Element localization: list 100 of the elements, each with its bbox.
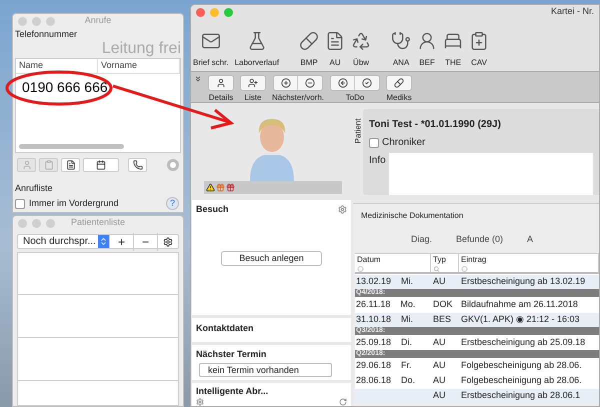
filter-circle-icon[interactable] bbox=[357, 266, 364, 272]
column-header[interactable]: Datum bbox=[357, 254, 428, 266]
pill-icon bbox=[394, 78, 404, 88]
plus-icon bbox=[280, 78, 291, 88]
person-icon bbox=[417, 31, 438, 51]
pill-icon bbox=[299, 31, 320, 51]
clipboard-button[interactable] bbox=[39, 158, 58, 172]
settings-icon[interactable] bbox=[338, 205, 347, 214]
gift-icon bbox=[226, 183, 235, 192]
info-field[interactable] bbox=[388, 153, 593, 195]
contact-button[interactable] bbox=[17, 158, 36, 172]
clear-button[interactable] bbox=[167, 159, 179, 171]
toolbar-button[interactable]: Übw bbox=[351, 31, 372, 69]
table-cell-text: Folgebescheinigung ab 28.06. bbox=[460, 358, 583, 372]
panel-title: Intelligente Abr... bbox=[196, 384, 270, 398]
field-label: Info bbox=[369, 154, 386, 168]
column-header[interactable]: Typ bbox=[433, 254, 456, 266]
appointment-field[interactable]: kein Termin vorhanden bbox=[199, 363, 332, 378]
patient-name: Toni Test - *01.01.1990 (29J) bbox=[369, 118, 502, 132]
calendar-button[interactable] bbox=[83, 158, 119, 172]
person-icon bbox=[216, 78, 226, 88]
scrollbar[interactable] bbox=[19, 144, 124, 149]
phone-button[interactable] bbox=[128, 158, 147, 172]
toolbar-button[interactable]: Mediks bbox=[386, 75, 412, 104]
checkbox[interactable] bbox=[15, 198, 25, 209]
checkbox[interactable] bbox=[369, 138, 379, 148]
panel-title: Besuch bbox=[196, 203, 229, 216]
table-cell-text: AU bbox=[432, 336, 447, 349]
table-cell-text: Erstbescheinigung ab 13.02.19 bbox=[460, 274, 586, 288]
table-cell-text: 29.06.18 bbox=[356, 358, 392, 372]
table-cell-text: Do. bbox=[401, 374, 416, 387]
table-row[interactable]: 13.02.19 Mi. AU Erstbescheinigung ab 13.02.19 bbox=[355, 274, 599, 288]
stethoscope-icon bbox=[391, 31, 412, 51]
line-status: Leitung frei bbox=[102, 40, 181, 58]
table-cell-text: Folgebescheinigung ab 28.06. bbox=[460, 374, 583, 387]
document-icon bbox=[325, 31, 346, 51]
window-title: Anrufe bbox=[84, 14, 112, 28]
toolbar-button[interactable]: Brief schr. bbox=[193, 31, 229, 69]
expand-icon[interactable] bbox=[194, 75, 202, 83]
table-cell-text: Erstbescheinigung ab 28.06.1 bbox=[460, 388, 582, 402]
table-cell-text: 26.11.18 bbox=[356, 298, 390, 311]
toolbar-button[interactable]: ANA bbox=[391, 31, 412, 69]
list-label: Anrufliste bbox=[15, 182, 54, 194]
tab-link[interactable]: Befunde (0) bbox=[456, 233, 504, 246]
toolbar-button[interactable]: ToDo bbox=[330, 75, 380, 104]
section-label: Patient bbox=[353, 118, 363, 146]
create-visit-button[interactable]: Besuch anlegen bbox=[221, 250, 322, 266]
toolbar-button[interactable]: AU bbox=[325, 31, 346, 69]
toolbar-button[interactable]: Nächster/vorh. bbox=[272, 75, 324, 104]
warning-icon bbox=[206, 183, 215, 192]
add-button[interactable]: + bbox=[110, 232, 134, 250]
search-icon[interactable] bbox=[433, 266, 440, 272]
document-icon bbox=[66, 160, 76, 170]
filter-circle-icon[interactable] bbox=[461, 266, 468, 272]
bed-icon bbox=[443, 31, 464, 51]
remove-button[interactable]: − bbox=[134, 232, 158, 250]
flask-icon bbox=[246, 31, 267, 51]
refresh-icon[interactable] bbox=[339, 398, 347, 406]
table-cell-text: 31.10.18 bbox=[356, 312, 392, 326]
tab-link[interactable]: Diag. bbox=[411, 233, 432, 246]
help-button[interactable]: ? bbox=[166, 197, 179, 210]
settings-icon[interactable] bbox=[196, 398, 204, 406]
table-cell-text: Bildaufnahme am 26.11.2018 bbox=[460, 298, 579, 311]
window-title: Kartei - Nr. bbox=[550, 5, 594, 18]
gift-icon bbox=[216, 183, 225, 192]
table-cell-text: AU bbox=[432, 374, 447, 387]
calendar-icon bbox=[96, 160, 106, 170]
window-title: Patientenliste bbox=[70, 216, 126, 230]
toolbar-button[interactable]: Laborverlauf bbox=[234, 31, 280, 69]
panel-tab[interactable]: Medizinische Dokumentation bbox=[353, 204, 599, 222]
table-row[interactable]: AU Erstbescheinigung ab 28.06.1 bbox=[355, 388, 599, 402]
toolbar-button[interactable]: Liste bbox=[240, 75, 266, 104]
note-button[interactable] bbox=[61, 158, 80, 172]
toolbar-button[interactable]: BMP bbox=[299, 31, 320, 69]
column-header[interactable]: Eintrag bbox=[461, 254, 596, 266]
table-cell-text: Di. bbox=[401, 336, 412, 349]
toolbar-button[interactable]: BEF bbox=[417, 31, 438, 69]
phone-number[interactable]: 0190 666 666 bbox=[16, 74, 180, 96]
field-label: Telefonnummer bbox=[15, 28, 78, 40]
column-header[interactable]: Vorname bbox=[98, 59, 180, 73]
toolbar-button[interactable]: THE bbox=[443, 31, 464, 69]
envelope-icon bbox=[200, 31, 221, 51]
table-cell-text: AU bbox=[432, 388, 447, 402]
filter-dropdown[interactable]: Noch durchspr... bbox=[18, 235, 110, 248]
tab-link[interactable]: A bbox=[527, 233, 534, 246]
table-cell-text: GKV(1. APK) ◉ 21:12 - 16:03 bbox=[460, 312, 581, 326]
table-cell-text: 25.09.18 bbox=[356, 336, 392, 349]
clipboard-icon bbox=[469, 31, 490, 51]
check-icon bbox=[362, 78, 372, 88]
table-cell-text: AU bbox=[432, 358, 447, 372]
recycle-icon bbox=[351, 31, 372, 51]
clipboard-icon bbox=[44, 160, 54, 170]
table-cell-text: Fr. bbox=[401, 358, 412, 372]
panel-title: Nächster Termin bbox=[196, 348, 268, 361]
column-header[interactable]: Name bbox=[16, 59, 98, 73]
toolbar-button[interactable]: Details bbox=[208, 75, 234, 104]
toolbar-button[interactable]: CAV bbox=[469, 31, 490, 69]
panel-title: Kontaktdaten bbox=[196, 323, 254, 334]
table-row[interactable]: 31.10.18 Mi. BES GKV(1. APK) ◉ 21:12 - 16:03 bbox=[355, 312, 599, 326]
phone-icon bbox=[132, 160, 142, 170]
